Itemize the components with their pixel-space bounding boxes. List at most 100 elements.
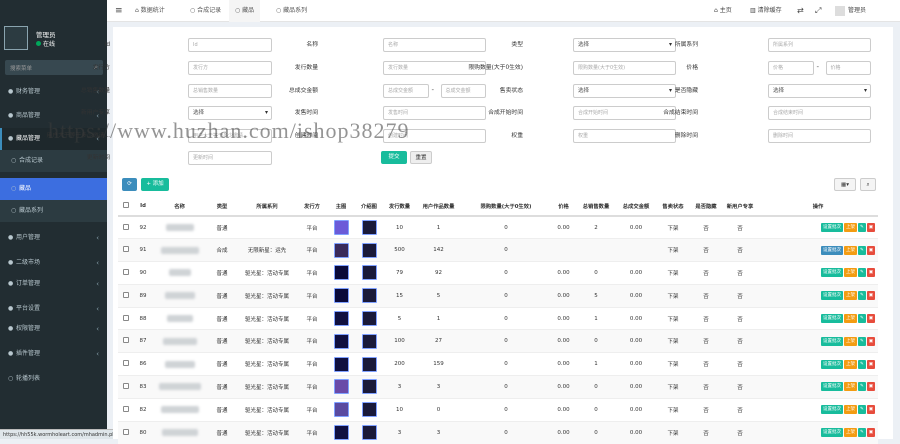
add-button[interactable]: + 添加: [141, 178, 169, 191]
row-checkbox[interactable]: [118, 420, 134, 444]
thumbnail[interactable]: [355, 261, 383, 285]
menu-toggle-icon[interactable]: ≡: [115, 0, 123, 22]
tab-stats[interactable]: ⌂ 数据统计: [129, 0, 171, 22]
column-header[interactable]: 介绍图: [355, 197, 383, 217]
column-header[interactable]: 类型: [207, 197, 237, 217]
table-row[interactable]: 82 普通 驱光星：活动专属 平台 10 0 0 0.00 0 0.00 下架否否设置批次 上架 ✎ ▣: [118, 397, 878, 422]
shelve-button[interactable]: 上架: [843, 268, 857, 278]
search-toggle-button[interactable]: ⌕: [860, 178, 876, 191]
text-input[interactable]: 更新时间: [188, 151, 272, 165]
delete-button[interactable]: ▣: [866, 268, 875, 278]
thumbnail[interactable]: [327, 261, 355, 285]
thumbnail[interactable]: [327, 420, 355, 444]
table-row[interactable]: 88 普通 驱光星：活动专属 平台 5 1 0 0.00 1 0.00 下架否否设置批次 上架 ✎ ▣: [118, 306, 878, 330]
thumbnail[interactable]: [327, 352, 355, 376]
submit-button[interactable]: 提交: [381, 151, 407, 164]
column-header[interactable]: 发行数量: [383, 197, 416, 217]
range-min-input[interactable]: 价格: [768, 61, 814, 75]
column-header[interactable]: Id: [134, 197, 152, 217]
fullscreen-icon[interactable]: ⤢: [815, 0, 821, 22]
set-batch-button[interactable]: 设置批次: [820, 314, 843, 324]
thumbnail[interactable]: [327, 397, 355, 422]
tab-collection[interactable]: ○ 藏品: [229, 0, 261, 22]
thumbnail[interactable]: [355, 238, 383, 262]
columns-button[interactable]: ▦▾: [834, 178, 856, 191]
row-checkbox[interactable]: [118, 261, 134, 285]
edit-button[interactable]: ✎: [857, 268, 866, 278]
delete-button[interactable]: ▣: [866, 245, 875, 255]
text-input[interactable]: 所属系列: [768, 38, 871, 52]
column-header[interactable]: 限购数量(大于0生效): [461, 197, 551, 217]
set-batch-button[interactable]: 设置批次: [820, 336, 843, 346]
clear-cache-link[interactable]: ▥ 清除缓存: [750, 0, 782, 22]
sidebar-item-collection-item[interactable]: ○ 藏品: [0, 178, 107, 200]
thumbnail[interactable]: [327, 375, 355, 399]
shelve-button[interactable]: 上架: [843, 336, 857, 346]
column-header[interactable]: 是否隐藏: [690, 197, 722, 217]
sidebar-item-collection-series[interactable]: ○ 藏品系列: [0, 200, 107, 222]
edit-button[interactable]: ✎: [857, 428, 866, 438]
select-field[interactable]: 选择: [768, 84, 871, 98]
table-row[interactable]: 80 普通 驱光星：活动专属 平台 3 3 0 0.00 0 0.00 下架否否设置批次 上架 ✎ ▣: [118, 420, 878, 444]
text-input[interactable]: 删除时间: [768, 129, 871, 143]
set-batch-button[interactable]: 设置批次: [820, 245, 843, 255]
sidebar-item-carousel[interactable]: ○ 轮播列表: [0, 368, 107, 390]
admin-menu[interactable]: 管理员: [835, 0, 866, 22]
row-checkbox[interactable]: [118, 352, 134, 376]
tab-series[interactable]: ○ 藏品系列: [270, 0, 313, 22]
column-header[interactable]: 价格: [551, 197, 576, 217]
thumbnail[interactable]: [355, 397, 383, 422]
thumbnail[interactable]: [355, 352, 383, 376]
set-batch-button[interactable]: 设置批次: [820, 405, 843, 415]
sync-icon[interactable]: ⇄: [797, 0, 804, 22]
range-min-input[interactable]: 总成交金额: [383, 84, 429, 98]
row-checkbox[interactable]: [118, 397, 134, 422]
row-checkbox[interactable]: [118, 238, 134, 262]
column-header[interactable]: 发行方: [297, 197, 327, 217]
range-max-input[interactable]: 价格: [825, 61, 871, 75]
edit-button[interactable]: ✎: [857, 291, 866, 301]
column-header[interactable]: 新用户专享: [722, 197, 758, 217]
thumbnail[interactable]: [327, 215, 355, 239]
table-row[interactable]: 91 合成 无限新星：运先 平台 500 142 0 下架否否设置批次 上架 ✎ ▣: [118, 238, 878, 262]
row-checkbox[interactable]: [118, 215, 134, 239]
delete-button[interactable]: ▣: [866, 291, 875, 301]
table-row[interactable]: 83 普通 驱光星：活动专属 平台 3 3 0 0.00 0 0.00 下架否否设置批次 上架 ✎ ▣: [118, 375, 878, 399]
set-batch-button[interactable]: 设置批次: [820, 359, 843, 369]
table-row[interactable]: 87 普通 驱光星：活动专属 平台 100 27 0 0.00 0 0.00 下架否否设置批次 上架 ✎…: [118, 329, 878, 353]
thumbnail[interactable]: [355, 306, 383, 330]
delete-button[interactable]: ▣: [866, 405, 875, 415]
thumbnail[interactable]: [355, 215, 383, 239]
column-header[interactable]: 主图: [327, 197, 355, 217]
shelve-button[interactable]: 上架: [843, 359, 857, 369]
column-header[interactable]: 总成交金额: [616, 197, 656, 217]
thumbnail[interactable]: [327, 238, 355, 262]
refresh-button[interactable]: ⟳: [122, 178, 137, 191]
sidebar-item-second-market[interactable]: ● 二级市场 ‹: [0, 252, 107, 274]
reset-button[interactable]: 重置: [410, 151, 432, 164]
set-batch-button[interactable]: 设置批次: [820, 291, 843, 301]
column-header[interactable]: 售卖状态: [656, 197, 690, 217]
table-row[interactable]: 90 普通 驱光星：活动专属 平台 79 92 0 0.00 0 0.00 下架否否设置批次 上架 ✎ ▣: [118, 261, 878, 285]
column-header[interactable]: 所属系列: [237, 197, 297, 217]
thumbnail[interactable]: [327, 283, 355, 308]
thumbnail[interactable]: [327, 329, 355, 353]
shelve-button[interactable]: 上架: [843, 405, 857, 415]
shelve-button[interactable]: 上架: [843, 314, 857, 324]
shelve-button[interactable]: 上架: [843, 223, 857, 233]
shelve-button[interactable]: 上架: [843, 428, 857, 438]
edit-button[interactable]: ✎: [857, 405, 866, 415]
delete-button[interactable]: ▣: [866, 314, 875, 324]
table-row[interactable]: 86 普通 驱光星：活动专属 平台 200 159 0 0.00 1 0.00 下架否否设置批次 上架…: [118, 352, 878, 376]
sidebar-item-platform-settings[interactable]: ● 平台设置 ‹: [0, 298, 107, 320]
text-input[interactable]: 合成结束时间: [768, 106, 871, 120]
edit-button[interactable]: ✎: [857, 382, 866, 392]
sidebar-item-plugins[interactable]: ● 插件管理 ‹: [0, 343, 107, 365]
set-batch-button[interactable]: 设置批次: [820, 428, 843, 438]
table-row[interactable]: 92 普通 平台 10 1 0 0.00 2 0.00 下架否否设置批次 上架 ✎ ▣: [118, 215, 878, 239]
column-header[interactable]: 总销售数量: [576, 197, 616, 217]
edit-button[interactable]: ✎: [857, 223, 866, 233]
table-row[interactable]: 89 普通 驱光星：活动专属 平台 15 5 0 0.00 5 0.00 下架否否设置批次 上架 ✎ ▣: [118, 283, 878, 308]
shelve-button[interactable]: 上架: [843, 382, 857, 392]
edit-button[interactable]: ✎: [857, 245, 866, 255]
